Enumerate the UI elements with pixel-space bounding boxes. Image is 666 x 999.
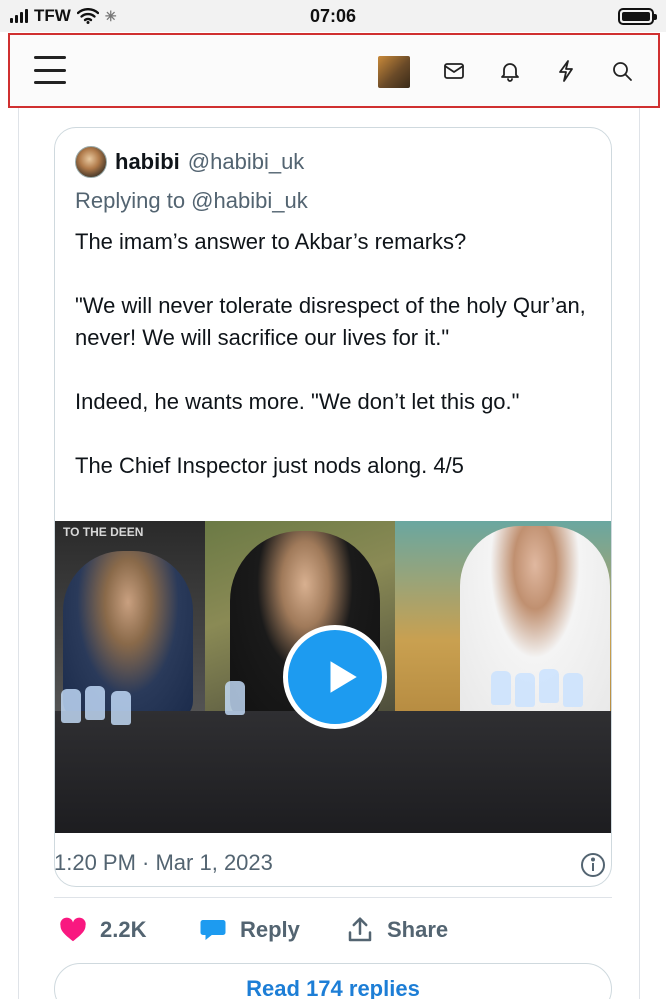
bell-icon[interactable] (498, 59, 522, 83)
video-player[interactable]: TO THE DEEN (55, 521, 611, 833)
heart-icon (60, 917, 86, 942)
tweet-paragraph: The imam’s answer to Akbar’s remarks? (75, 229, 467, 254)
lightning-icon[interactable] (554, 59, 578, 83)
reply-button[interactable]: Reply (198, 915, 300, 945)
tweet-paragraph: The Chief Inspector just nods along. 4/5 (75, 453, 464, 478)
divider (54, 897, 612, 898)
author-handle[interactable]: @habibi_uk (188, 149, 305, 175)
reply-bubble-icon (200, 920, 226, 940)
video-person (460, 526, 610, 721)
info-icon[interactable] (579, 851, 607, 879)
share-button[interactable]: Share (345, 915, 448, 945)
tweet-paragraph: "We will never tolerate disrespect of th… (75, 293, 586, 350)
like-count: 2.2K (100, 917, 147, 942)
embedded-tweet[interactable]: habibi @habibi_uk Replying to @habibi_uk… (54, 127, 612, 887)
video-banner-text: TO THE DEEN (63, 525, 144, 539)
read-replies-button[interactable]: Read 174 replies (54, 963, 612, 999)
status-time: 07:06 (309, 6, 357, 26)
tweet-timestamp[interactable]: 1:20 PM · Mar 1, 2023 (54, 850, 273, 876)
status-bar: TFW ✳ 07:06 (0, 0, 666, 32)
menu-icon[interactable] (34, 56, 66, 84)
author-name[interactable]: habibi (115, 149, 180, 175)
mail-icon[interactable] (442, 59, 466, 83)
reply-label: Reply (240, 917, 300, 942)
app-header (8, 33, 660, 108)
search-icon[interactable] (610, 59, 634, 83)
site-thumbnail[interactable] (378, 56, 410, 88)
play-button[interactable] (283, 625, 387, 729)
share-icon (348, 917, 372, 942)
tweet-paragraph: Indeed, he wants more. "We don’t let thi… (75, 389, 520, 414)
replying-to[interactable]: Replying to @habibi_uk (75, 188, 308, 214)
tweet-author[interactable]: habibi @habibi_uk (75, 146, 304, 178)
avatar[interactable] (75, 146, 107, 178)
play-icon (330, 661, 357, 693)
share-label: Share (387, 917, 449, 942)
tweet-text: The imam’s answer to Akbar’s remarks? "W… (75, 226, 595, 514)
video-table (55, 711, 611, 833)
battery-icon (618, 8, 657, 25)
like-button[interactable]: 2.2K (58, 915, 146, 945)
